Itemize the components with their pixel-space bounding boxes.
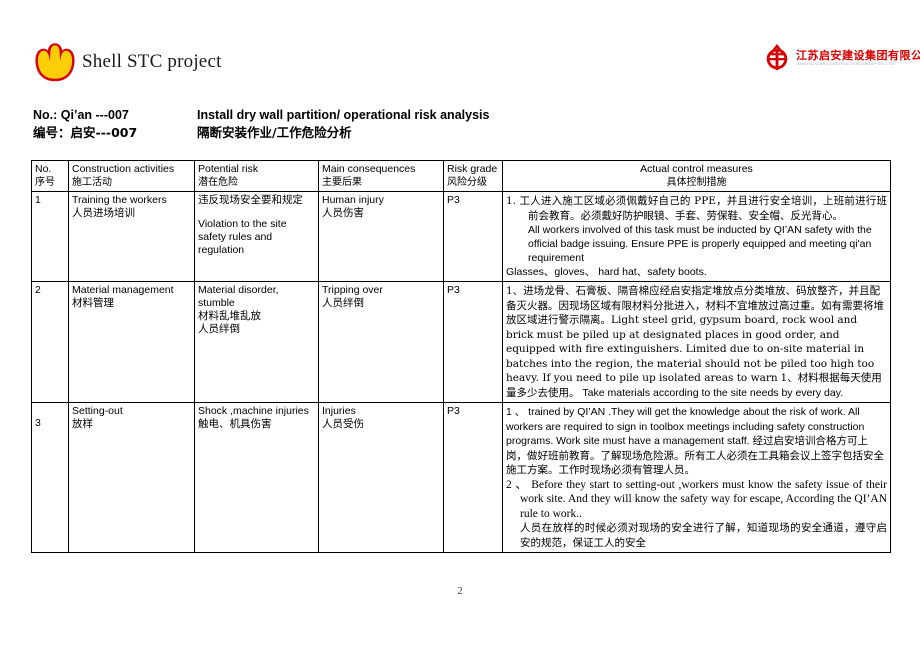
row-consequence: Tripping over 人员绊倒 bbox=[318, 281, 444, 403]
measure-item: 2 、 Before they start to setting-out ,wo… bbox=[506, 478, 887, 520]
measure-item: Take materials according to the site nee… bbox=[582, 386, 844, 399]
measure-item: 人员在放样的时候必须对现场的安全进行了解，知道现场的安全通道，遵守启安的规范，保… bbox=[520, 522, 887, 549]
risk-analysis-table: No. 序号 Construction activities 施工活动 Pote… bbox=[31, 160, 891, 553]
row-risk-cn: 违反现场安全要和规定 bbox=[198, 194, 303, 206]
page-number: 2 bbox=[457, 586, 463, 597]
shell-branding: Shell STC project bbox=[34, 42, 222, 82]
document-number-en: No.: Qi’an ---007 bbox=[33, 108, 129, 122]
row-risk-en: Shock ,machine injuries bbox=[198, 405, 309, 417]
row-risk-en: Material disorder, stumble bbox=[198, 284, 279, 309]
column-header-activities: Construction activities 施工活动 bbox=[68, 160, 195, 192]
risk-analysis-table-wrapper: No. 序号 Construction activities 施工活动 Pote… bbox=[31, 160, 891, 553]
row-consequence: Injuries 人员受伤 bbox=[318, 402, 444, 553]
row-number: 2 bbox=[31, 281, 69, 403]
row-consequence-en: Human injury bbox=[322, 194, 384, 206]
column-header-measures-cn: 具体控制措施 bbox=[666, 177, 727, 188]
title-row-english: No.: Qi’an ---007 Install dry wall parti… bbox=[33, 106, 893, 124]
column-header-no-cn: 序号 bbox=[35, 177, 55, 188]
row-control-measures: 1、进场龙骨、石膏板、隔音棉应经启安指定堆放点分类堆放、码放整齐，并且配备灭火器… bbox=[502, 281, 891, 403]
row-risk-grade: P3 bbox=[443, 191, 503, 282]
row-risk-en: Violation to the site safety rules and r… bbox=[198, 218, 287, 256]
row-risk-cn: 触电、机具伤害 bbox=[198, 418, 272, 430]
row-number: 1 bbox=[31, 191, 69, 282]
row-activity-en: Training the workers bbox=[72, 194, 167, 206]
row-risk-cn: 材料乱堆乱放 人员绊倒 bbox=[198, 310, 261, 335]
column-header-grade: Risk grade 风险分级 bbox=[443, 160, 503, 192]
row-consequence-cn: 人员绊倒 bbox=[322, 297, 364, 309]
measure-item: Glasses、gloves、 hard hat、safety boots. bbox=[506, 266, 707, 278]
column-header-grade-en: Risk grade bbox=[447, 163, 498, 175]
qian-name-chinese: 江苏启安建设集团有限公司 bbox=[796, 48, 920, 62]
row-control-measures: 1. 工人进入施工区域必须佩戴好自己的 PPE，并且进行安全培训，上班前进行班前… bbox=[502, 191, 891, 282]
row-activity-en: Setting-out bbox=[72, 405, 123, 417]
column-header-risk-en: Potential risk bbox=[198, 163, 259, 175]
row-risk-grade: P3 bbox=[443, 402, 503, 553]
column-header-no-en: No. bbox=[35, 163, 52, 175]
qian-branding: 江苏启安建设集团有限公司 JIANGSU QIAN CONSTRUCTION G… bbox=[763, 43, 920, 72]
row-risk: Shock ,machine injuries 触电、机具伤害 bbox=[194, 402, 319, 553]
qian-name-english: JIANGSU QIAN CONSTRUCTION GROUP CO.,LTD. bbox=[796, 61, 896, 66]
column-header-activities-cn: 施工活动 bbox=[72, 177, 112, 188]
column-header-risk: Potential risk 潜在危险 bbox=[194, 160, 319, 192]
column-header-measures: Actual control measures 具体控制措施 bbox=[502, 160, 891, 192]
row-consequence-cn: 人员受伤 bbox=[322, 418, 364, 430]
table-header-row: No. 序号 Construction activities 施工活动 Pote… bbox=[31, 160, 891, 192]
row-consequence-en: Injuries bbox=[322, 405, 356, 417]
document-number-cn: 编号：启安---007 bbox=[33, 125, 138, 140]
qian-group-logo-icon bbox=[763, 43, 791, 72]
document-title-block: No.: Qi’an ---007 Install dry wall parti… bbox=[33, 106, 893, 142]
measure-item: 1. 工人进入施工区域必须佩戴好自己的 PPE，并且进行安全培训，上班前进行班前… bbox=[506, 195, 887, 222]
document-title-cn: 隔断安装作业/工作危险分析 bbox=[197, 125, 352, 140]
row-number: 3 bbox=[31, 402, 69, 553]
row-consequence-en: Tripping over bbox=[322, 284, 383, 296]
row-activity: Setting-out 放样 bbox=[68, 402, 195, 553]
shell-pecten-logo-icon bbox=[34, 42, 76, 82]
column-header-no: No. 序号 bbox=[31, 160, 69, 192]
column-header-consequences-en: Main consequences bbox=[322, 163, 416, 175]
table-row: 2 Material management 材料管理 Material diso… bbox=[31, 281, 891, 403]
row-activity: Training the workers 人员进场培训 bbox=[68, 191, 195, 282]
document-title-en: Install dry wall partition/ operational … bbox=[197, 108, 490, 122]
column-header-grade-cn: 风险分级 bbox=[447, 177, 487, 188]
row-consequence-cn: 人员伤害 bbox=[322, 207, 364, 219]
column-header-risk-cn: 潜在危险 bbox=[198, 177, 238, 188]
row-activity-cn: 放样 bbox=[72, 418, 93, 430]
qian-company-name: 江苏启安建设集团有限公司 JIANGSU QIAN CONSTRUCTION G… bbox=[796, 50, 920, 67]
row-activity-cn: 人员进场培训 bbox=[72, 207, 135, 219]
column-header-consequences: Main consequences 主要后果 bbox=[318, 160, 444, 192]
table-row: 1 Training the workers 人员进场培训 违反现场安全要和规定… bbox=[31, 191, 891, 282]
column-header-consequences-cn: 主要后果 bbox=[322, 177, 362, 188]
row-control-measures: 1 、 trained by QI’AN .They will get the … bbox=[502, 402, 891, 553]
row-activity: Material management 材料管理 bbox=[68, 281, 195, 403]
measure-item: 1、进场龙骨、石膏板、隔音棉应经启安指定堆放点分类堆放、码放整齐，并且配备灭火器… bbox=[506, 285, 884, 384]
column-header-measures-en: Actual control measures bbox=[640, 163, 753, 175]
table-row: 3 Setting-out 放样 Shock ,machine injuries… bbox=[31, 402, 891, 553]
document-page: Shell STC project 江苏启安建设集团有限公司 JIANGSU Q… bbox=[0, 0, 920, 651]
row-activity-cn: 材料管理 bbox=[72, 297, 114, 309]
row-activity-en: Material management bbox=[72, 284, 174, 296]
document-header: Shell STC project 江苏启安建设集团有限公司 JIANGSU Q… bbox=[0, 0, 920, 98]
row-risk: Material disorder, stumble 材料乱堆乱放 人员绊倒 bbox=[194, 281, 319, 403]
column-header-activities-en: Construction activities bbox=[72, 163, 175, 175]
title-row-chinese: 编号：启安---007 隔断安装作业/工作危险分析 bbox=[33, 124, 893, 142]
row-consequence: Human injury 人员伤害 bbox=[318, 191, 444, 282]
measure-item: All workers involved of this task must b… bbox=[528, 224, 872, 264]
row-risk-grade: P3 bbox=[443, 281, 503, 403]
shell-project-title: Shell STC project bbox=[82, 51, 222, 72]
row-risk: 违反现场安全要和规定 Violation to the site safety … bbox=[194, 191, 319, 282]
